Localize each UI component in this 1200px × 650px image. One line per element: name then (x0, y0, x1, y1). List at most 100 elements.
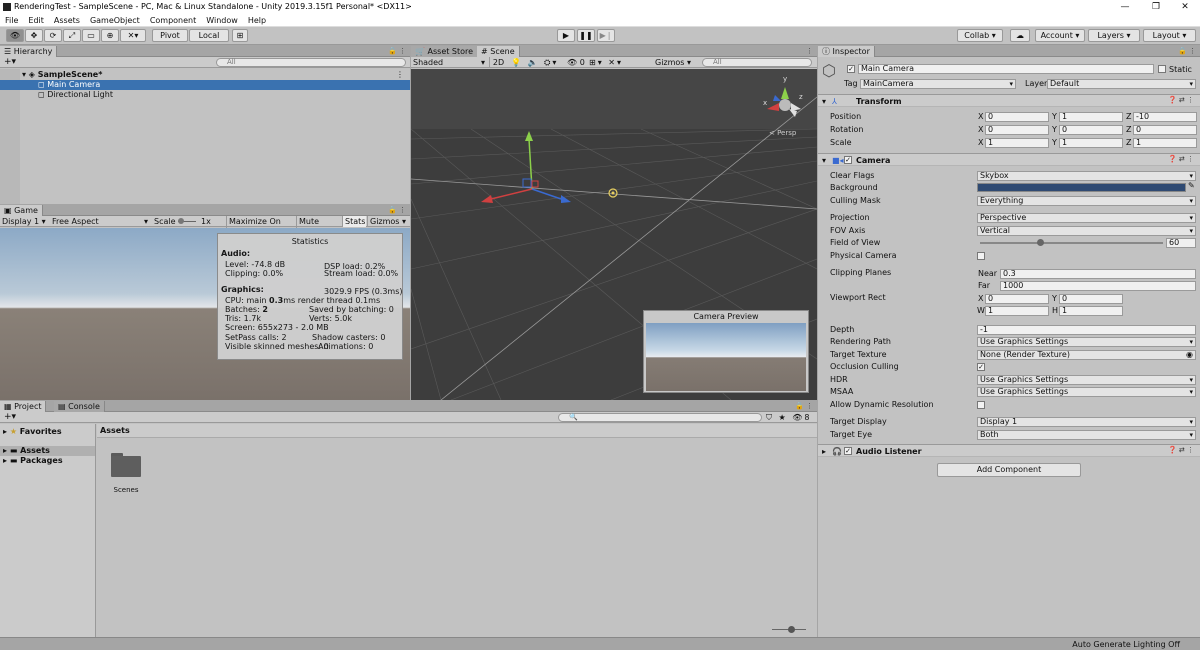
menu-edit[interactable]: Edit (26, 14, 46, 27)
target-texture-field[interactable]: None (Render Texture) ◉ (977, 350, 1196, 360)
game-gizmos-dropdown[interactable]: Gizmos ▾ (367, 216, 406, 227)
icon-size-slider-thumb[interactable] (788, 626, 795, 633)
play-button-icon[interactable]: ▶ (557, 29, 575, 42)
tree-item-assets[interactable]: ▸ ▬ Assets (0, 446, 95, 456)
component-menu-icons[interactable]: ❓ ⇄ ⋮ (1168, 154, 1194, 165)
menu-window[interactable]: Window (204, 14, 240, 27)
panel-menu-icon[interactable]: 🔒 ⋮ (795, 401, 813, 412)
hierarchy-item-main-camera[interactable]: ◻ Main Camera (0, 80, 410, 90)
fov-axis-dropdown[interactable]: Vertical (977, 226, 1196, 236)
create-plus-icon[interactable]: +▾ (4, 57, 16, 67)
hierarchy-item-directional-light[interactable]: ◻ Directional Light (0, 90, 410, 100)
position-y-field[interactable]: 1 (1059, 112, 1123, 122)
layout-dropdown[interactable]: Layout ▾ (1143, 29, 1196, 42)
panel-menu-icon[interactable]: 🔒 ⋮ (388, 46, 406, 57)
step-button-icon[interactable]: ▶❘ (597, 29, 615, 42)
scene-menu-icon[interactable]: ⋮ (396, 70, 404, 79)
viewport-y-field[interactable]: 0 (1059, 294, 1123, 304)
occlusion-culling-checkbox[interactable]: ✓ (977, 363, 985, 371)
tab-hierarchy[interactable]: ☰ Hierarchy (0, 46, 58, 57)
fov-slider-track[interactable] (980, 242, 1163, 244)
project-filter-icons[interactable]: ⛉ ★ 👁8 (766, 412, 812, 423)
culling-mask-dropdown[interactable]: Everything (977, 196, 1196, 206)
near-field[interactable]: 0.3 (1000, 269, 1196, 279)
rotate-tool-icon[interactable]: ⟳ (44, 29, 62, 42)
scene-search-input[interactable]: All (702, 58, 812, 67)
audio-listener-header[interactable]: ▸ 🎧 ✓ Audio Listener ❓ ⇄ ⋮ (818, 444, 1200, 457)
object-picker-icon[interactable]: ◉ (1186, 351, 1193, 359)
close-button[interactable]: ✕ (1170, 0, 1200, 14)
scale-tool-icon[interactable]: ⤢ (63, 29, 81, 42)
panel-menu-icon[interactable]: 🔒 ⋮ (1178, 46, 1196, 57)
2d-toggle[interactable]: 2D (489, 57, 507, 68)
custom-tool-icon[interactable]: ✕▾ (120, 29, 146, 42)
pause-button-icon[interactable]: ❚❚ (577, 29, 595, 42)
projection-dropdown[interactable]: Perspective (977, 213, 1196, 223)
object-name-field[interactable]: Main Camera (858, 64, 1154, 74)
fov-slider-thumb[interactable] (1037, 239, 1044, 246)
menu-gameobject[interactable]: GameObject (88, 14, 142, 27)
aspect-dropdown[interactable]: Free Aspect ▾ (52, 216, 148, 227)
audio-listener-enabled-checkbox[interactable]: ✓ (844, 447, 852, 455)
tree-item-favorites[interactable]: ▸ ★ Favorites (0, 427, 95, 437)
rotation-y-field[interactable]: 0 (1059, 125, 1123, 135)
create-plus-icon[interactable]: +▾ (4, 412, 16, 422)
transform-header[interactable]: ▾ ⅄ Transform ❓ ⇄ ⋮ (818, 94, 1200, 107)
hidden-objects-toggle[interactable]: 👁 0 (567, 57, 585, 68)
msaa-dropdown[interactable]: Use Graphics Settings (977, 387, 1196, 397)
panel-menu-icon[interactable]: ⋮ (806, 46, 813, 57)
shading-mode-dropdown[interactable]: Shaded ▾ (413, 57, 485, 68)
transform-tool-icon[interactable]: ⊕ (101, 29, 119, 42)
rendering-path-dropdown[interactable]: Use Graphics Settings (977, 337, 1196, 347)
tab-inspector[interactable]: ⓘ Inspector (818, 46, 875, 57)
hierarchy-search-input[interactable]: All (216, 58, 406, 67)
folder-label-scenes[interactable]: Scenes (108, 486, 144, 494)
scene-root[interactable]: ▾ ◈ SampleScene* (0, 70, 410, 80)
fov-field[interactable]: 60 (1166, 238, 1196, 248)
maximize-button[interactable]: ❐ (1141, 0, 1171, 14)
menu-help[interactable]: Help (246, 14, 268, 27)
active-checkbox[interactable]: ✓ (847, 65, 855, 73)
scale-z-field[interactable]: 1 (1133, 138, 1197, 148)
scale-slider-thumb[interactable] (178, 218, 184, 224)
persp-label[interactable]: < Persp (769, 129, 797, 137)
lighting-status[interactable]: Auto Generate Lighting Off (1072, 639, 1180, 650)
camera-enabled-checkbox[interactable]: ✓ (844, 156, 852, 164)
rotation-z-field[interactable]: 0 (1133, 125, 1197, 135)
scene-gizmos-dropdown[interactable]: Gizmos ▾ (655, 57, 691, 68)
position-z-field[interactable]: -10 (1133, 112, 1197, 122)
panel-menu-icon[interactable]: 🔒 ⋮ (388, 205, 406, 216)
component-menu-icons[interactable]: ❓ ⇄ ⋮ (1168, 445, 1194, 456)
menu-component[interactable]: Component (148, 14, 198, 27)
target-display-dropdown[interactable]: Display 1 (977, 417, 1196, 427)
far-field[interactable]: 1000 (1000, 281, 1196, 291)
tab-project[interactable]: ▦ Project (0, 401, 47, 412)
tab-game[interactable]: ▣ Game (0, 205, 43, 216)
component-menu-icons[interactable]: ❓ ⇄ ⋮ (1168, 95, 1194, 106)
foldout-arrow-icon[interactable]: ▾ (822, 96, 826, 107)
tab-scene[interactable]: # Scene (477, 46, 520, 57)
scale-y-field[interactable]: 1 (1059, 138, 1123, 148)
rotation-x-field[interactable]: 0 (985, 125, 1049, 135)
hdr-dropdown[interactable]: Use Graphics Settings (977, 375, 1196, 385)
collab-button[interactable]: Collab ▾ (957, 29, 1003, 42)
scene-toggles-icons[interactable]: 💡 🔈 ⛭▾ (511, 57, 558, 68)
background-color-swatch[interactable] (977, 183, 1186, 192)
camera-header[interactable]: ▾ ■◂ ✓ Camera ❓ ⇄ ⋮ (818, 153, 1200, 166)
foldout-arrow-icon[interactable]: ▾ (822, 155, 826, 166)
clear-flags-dropdown[interactable]: Skybox (977, 171, 1196, 181)
local-button[interactable]: Local (189, 29, 229, 42)
stats-toggle[interactable]: Stats (342, 216, 366, 227)
physical-camera-checkbox[interactable] (977, 252, 985, 260)
move-tool-icon[interactable]: ✥ (25, 29, 43, 42)
depth-field[interactable]: -1 (977, 325, 1196, 335)
foldout-arrow-icon[interactable]: ▸ (822, 446, 826, 457)
cloud-icon[interactable]: ☁ (1010, 29, 1030, 42)
viewport-x-field[interactable]: 0 (985, 294, 1049, 304)
scene-tools-icons[interactable]: ⊞▾ ✕▾ (589, 57, 623, 68)
viewport-w-field[interactable]: 1 (985, 306, 1049, 316)
viewport-h-field[interactable]: 1 (1059, 306, 1123, 316)
tab-asset-store[interactable]: 🛒 Asset Store (411, 46, 479, 57)
add-component-button[interactable]: Add Component (937, 463, 1081, 477)
position-x-field[interactable]: 0 (985, 112, 1049, 122)
